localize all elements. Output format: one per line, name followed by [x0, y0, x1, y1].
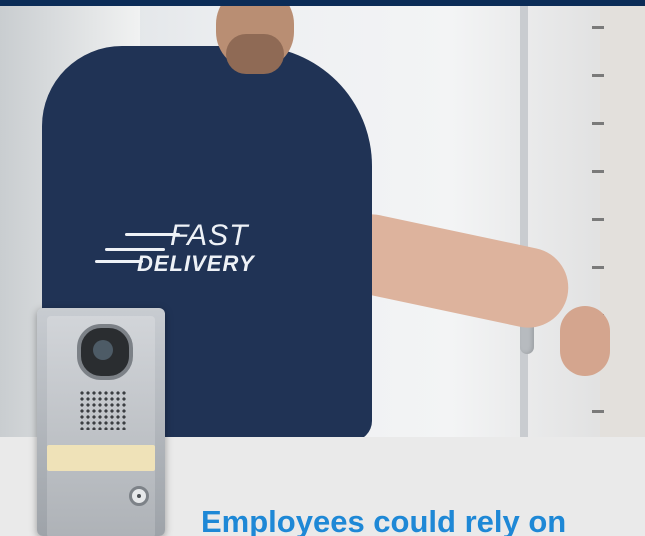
pillar	[592, 6, 645, 437]
camera-icon	[77, 324, 133, 380]
door-edge	[520, 6, 528, 437]
shirt-logo: FAST DELIVERY	[95, 220, 255, 276]
caption-heading: Employees could rely on	[201, 504, 567, 536]
intercom-door-station	[37, 308, 165, 536]
nameplate	[47, 445, 155, 471]
call-button-icon	[129, 486, 149, 506]
courier-head	[216, 6, 294, 74]
courier-hand	[560, 306, 610, 376]
logo-delivery-text: DELIVERY	[137, 251, 255, 276]
logo-fast-text: FAST	[170, 219, 249, 252]
speaker-grille	[79, 390, 127, 430]
